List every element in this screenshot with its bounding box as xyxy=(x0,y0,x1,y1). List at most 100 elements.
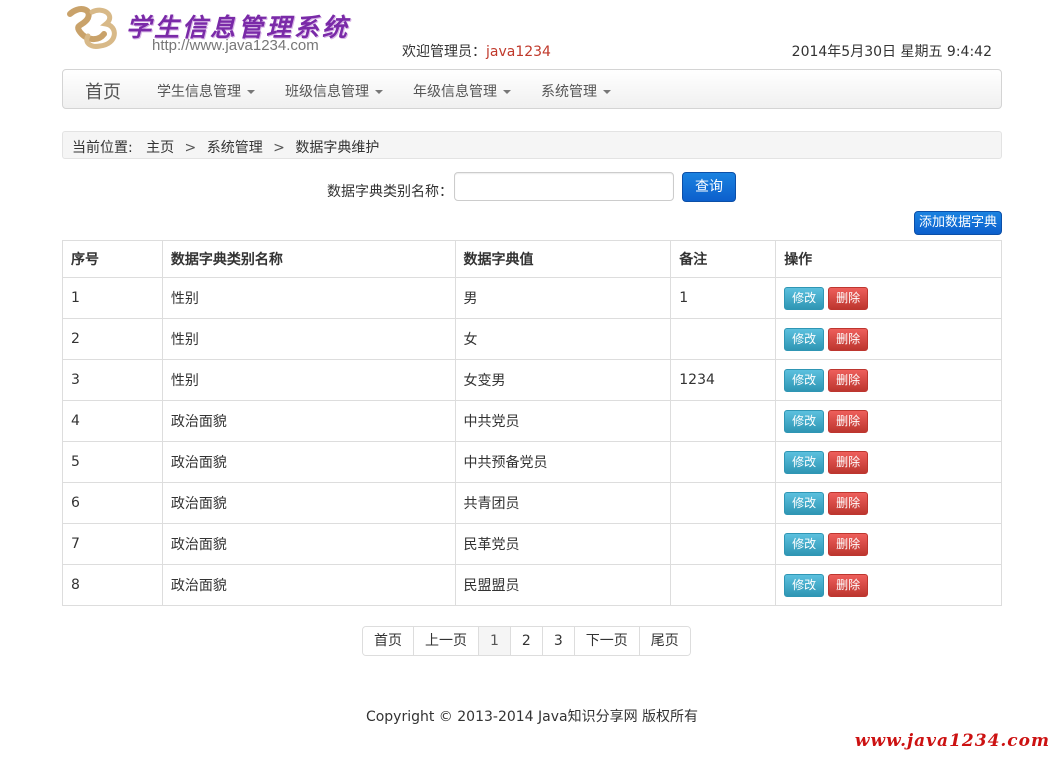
delete-button[interactable]: 删除 xyxy=(828,573,869,597)
cell-type-name: 政治面貌 xyxy=(161,441,456,483)
breadcrumb-current: 数据字典维护 xyxy=(295,140,380,156)
cell-type-name: 性别 xyxy=(161,359,456,401)
page-3-link[interactable]: 3 xyxy=(542,627,575,655)
cell-value: 民革党员 xyxy=(454,523,672,565)
breadcrumb: 当前位置: 主页 > 系统管理 > 数据字典维护 xyxy=(62,131,1002,159)
cell-remark xyxy=(670,400,777,442)
nav-item-label: 系统管理 xyxy=(541,84,597,100)
nav-student-info-menu[interactable]: 学生信息管理 xyxy=(157,81,255,101)
edit-button[interactable]: 修改 xyxy=(784,491,825,515)
edit-button[interactable]: 修改 xyxy=(784,327,825,351)
current-datetime: 2014年5月30日 星期五 9:4:42 xyxy=(791,44,992,60)
nav-item-label: 班级信息管理 xyxy=(285,84,369,100)
dictionary-type-search-input[interactable] xyxy=(454,172,674,201)
main-navbar: 首页 学生信息管理 班级信息管理 年级信息管理 系统管理 xyxy=(62,69,1002,109)
cell-type-name: 政治面貌 xyxy=(161,400,456,442)
cell-type-name: 政治面貌 xyxy=(161,523,456,565)
cell-remark xyxy=(670,318,777,360)
logo-mark-icon xyxy=(67,6,117,49)
cell-remark xyxy=(670,564,777,606)
cell-value: 共青团员 xyxy=(454,482,672,524)
cell-actions: 修改 删除 xyxy=(775,523,1002,565)
cell-actions: 修改 删除 xyxy=(775,564,1002,606)
nav-system-menu[interactable]: 系统管理 xyxy=(541,81,611,101)
column-header-remark: 备注 xyxy=(670,240,777,278)
edit-button[interactable]: 修改 xyxy=(784,286,825,310)
cell-index: 6 xyxy=(62,482,163,524)
cell-index: 5 xyxy=(62,441,163,483)
dictionary-table: 序号 数据字典类别名称 数据字典值 备注 操作 1 性别 男 1 修改 删除 2 … xyxy=(62,240,1002,606)
column-header-value: 数据字典值 xyxy=(454,240,672,278)
column-header-actions: 操作 xyxy=(775,240,1002,278)
table-row: 8 政治面貌 民盟盟员 修改 删除 xyxy=(62,564,1002,606)
edit-button[interactable]: 修改 xyxy=(784,409,825,433)
add-dictionary-button[interactable]: 添加数据字典 xyxy=(914,211,1002,235)
page-1-link[interactable]: 1 xyxy=(479,627,511,655)
caret-down-icon xyxy=(603,90,611,94)
cell-index: 1 xyxy=(62,277,163,319)
page-last-link[interactable]: 尾页 xyxy=(639,627,690,655)
column-header-index: 序号 xyxy=(62,240,163,278)
edit-button[interactable]: 修改 xyxy=(784,532,825,556)
cell-remark: 1 xyxy=(670,277,777,319)
edit-button[interactable]: 修改 xyxy=(784,450,825,474)
table-body: 1 性别 男 1 修改 删除 2 性别 女 修改 删除 3 性别 女变男 1234 … xyxy=(62,277,1002,606)
nav-class-info-menu[interactable]: 班级信息管理 xyxy=(285,81,383,101)
welcome-label: 欢迎管理员： xyxy=(402,44,486,60)
table-row: 3 性别 女变男 1234 修改 删除 xyxy=(62,359,1002,401)
delete-button[interactable]: 删除 xyxy=(828,286,869,310)
table-header-row: 序号 数据字典类别名称 数据字典值 备注 操作 xyxy=(62,240,1002,278)
search-button[interactable]: 查询 xyxy=(682,172,736,202)
delete-button[interactable]: 删除 xyxy=(828,368,869,392)
caret-down-icon xyxy=(375,90,383,94)
cell-index: 8 xyxy=(62,564,163,606)
breadcrumb-system-link[interactable]: 系统管理 xyxy=(207,140,263,156)
breadcrumb-home-link[interactable]: 主页 xyxy=(146,140,174,156)
page-next-link[interactable]: 下一页 xyxy=(574,627,640,655)
pagination: 首页 上一页 1 2 3 下一页 尾页 xyxy=(362,626,691,656)
delete-button[interactable]: 删除 xyxy=(828,491,869,515)
cell-value: 中共党员 xyxy=(454,400,672,442)
nav-item-label: 年级信息管理 xyxy=(413,84,497,100)
breadcrumb-separator: > xyxy=(273,140,285,156)
cell-value: 女变男 xyxy=(454,359,672,401)
page-first-link[interactable]: 首页 xyxy=(363,627,414,655)
cell-actions: 修改 删除 xyxy=(775,400,1002,442)
nav-item-label: 学生信息管理 xyxy=(157,84,241,100)
cell-actions: 修改 删除 xyxy=(775,441,1002,483)
page-prev-link[interactable]: 上一页 xyxy=(414,627,479,655)
table-row: 2 性别 女 修改 删除 xyxy=(62,318,1002,360)
delete-button[interactable]: 删除 xyxy=(828,450,869,474)
footer-copyright: Copyright © 2013-2014 Java知识分享网 版权所有 xyxy=(365,709,699,725)
nav-menu: 学生信息管理 班级信息管理 年级信息管理 系统管理 xyxy=(157,81,641,101)
cell-index: 4 xyxy=(62,400,163,442)
cell-value: 民盟盟员 xyxy=(454,564,672,606)
page-2-link[interactable]: 2 xyxy=(510,627,543,655)
logo: 学生信息管理系统 http://www.java1234.com xyxy=(64,4,364,56)
column-header-type-name: 数据字典类别名称 xyxy=(161,240,456,278)
table-row: 1 性别 男 1 修改 删除 xyxy=(62,277,1002,319)
caret-down-icon xyxy=(503,90,511,94)
nav-grade-info-menu[interactable]: 年级信息管理 xyxy=(413,81,511,101)
caret-down-icon xyxy=(247,90,255,94)
delete-button[interactable]: 删除 xyxy=(828,409,869,433)
edit-button[interactable]: 修改 xyxy=(784,573,825,597)
cell-value: 中共预备党员 xyxy=(454,441,672,483)
welcome-text: 欢迎管理员：java1234 xyxy=(402,41,551,61)
cell-index: 7 xyxy=(62,523,163,565)
cell-index: 3 xyxy=(62,359,163,401)
cell-index: 2 xyxy=(62,318,163,360)
cell-remark: 1234 xyxy=(670,359,777,401)
table-row: 5 政治面貌 中共预备党员 修改 删除 xyxy=(62,441,1002,483)
search-label: 数据字典类别名称： xyxy=(327,184,453,200)
cell-actions: 修改 删除 xyxy=(775,318,1002,360)
nav-home-link[interactable]: 首页 xyxy=(85,78,121,104)
cell-type-name: 政治面貌 xyxy=(161,482,456,524)
delete-button[interactable]: 删除 xyxy=(828,327,869,351)
cell-value: 女 xyxy=(454,318,672,360)
delete-button[interactable]: 删除 xyxy=(828,532,869,556)
edit-button[interactable]: 修改 xyxy=(784,368,825,392)
breadcrumb-label: 当前位置: xyxy=(72,140,133,156)
cell-actions: 修改 删除 xyxy=(775,482,1002,524)
cell-type-name: 政治面貌 xyxy=(161,564,456,606)
